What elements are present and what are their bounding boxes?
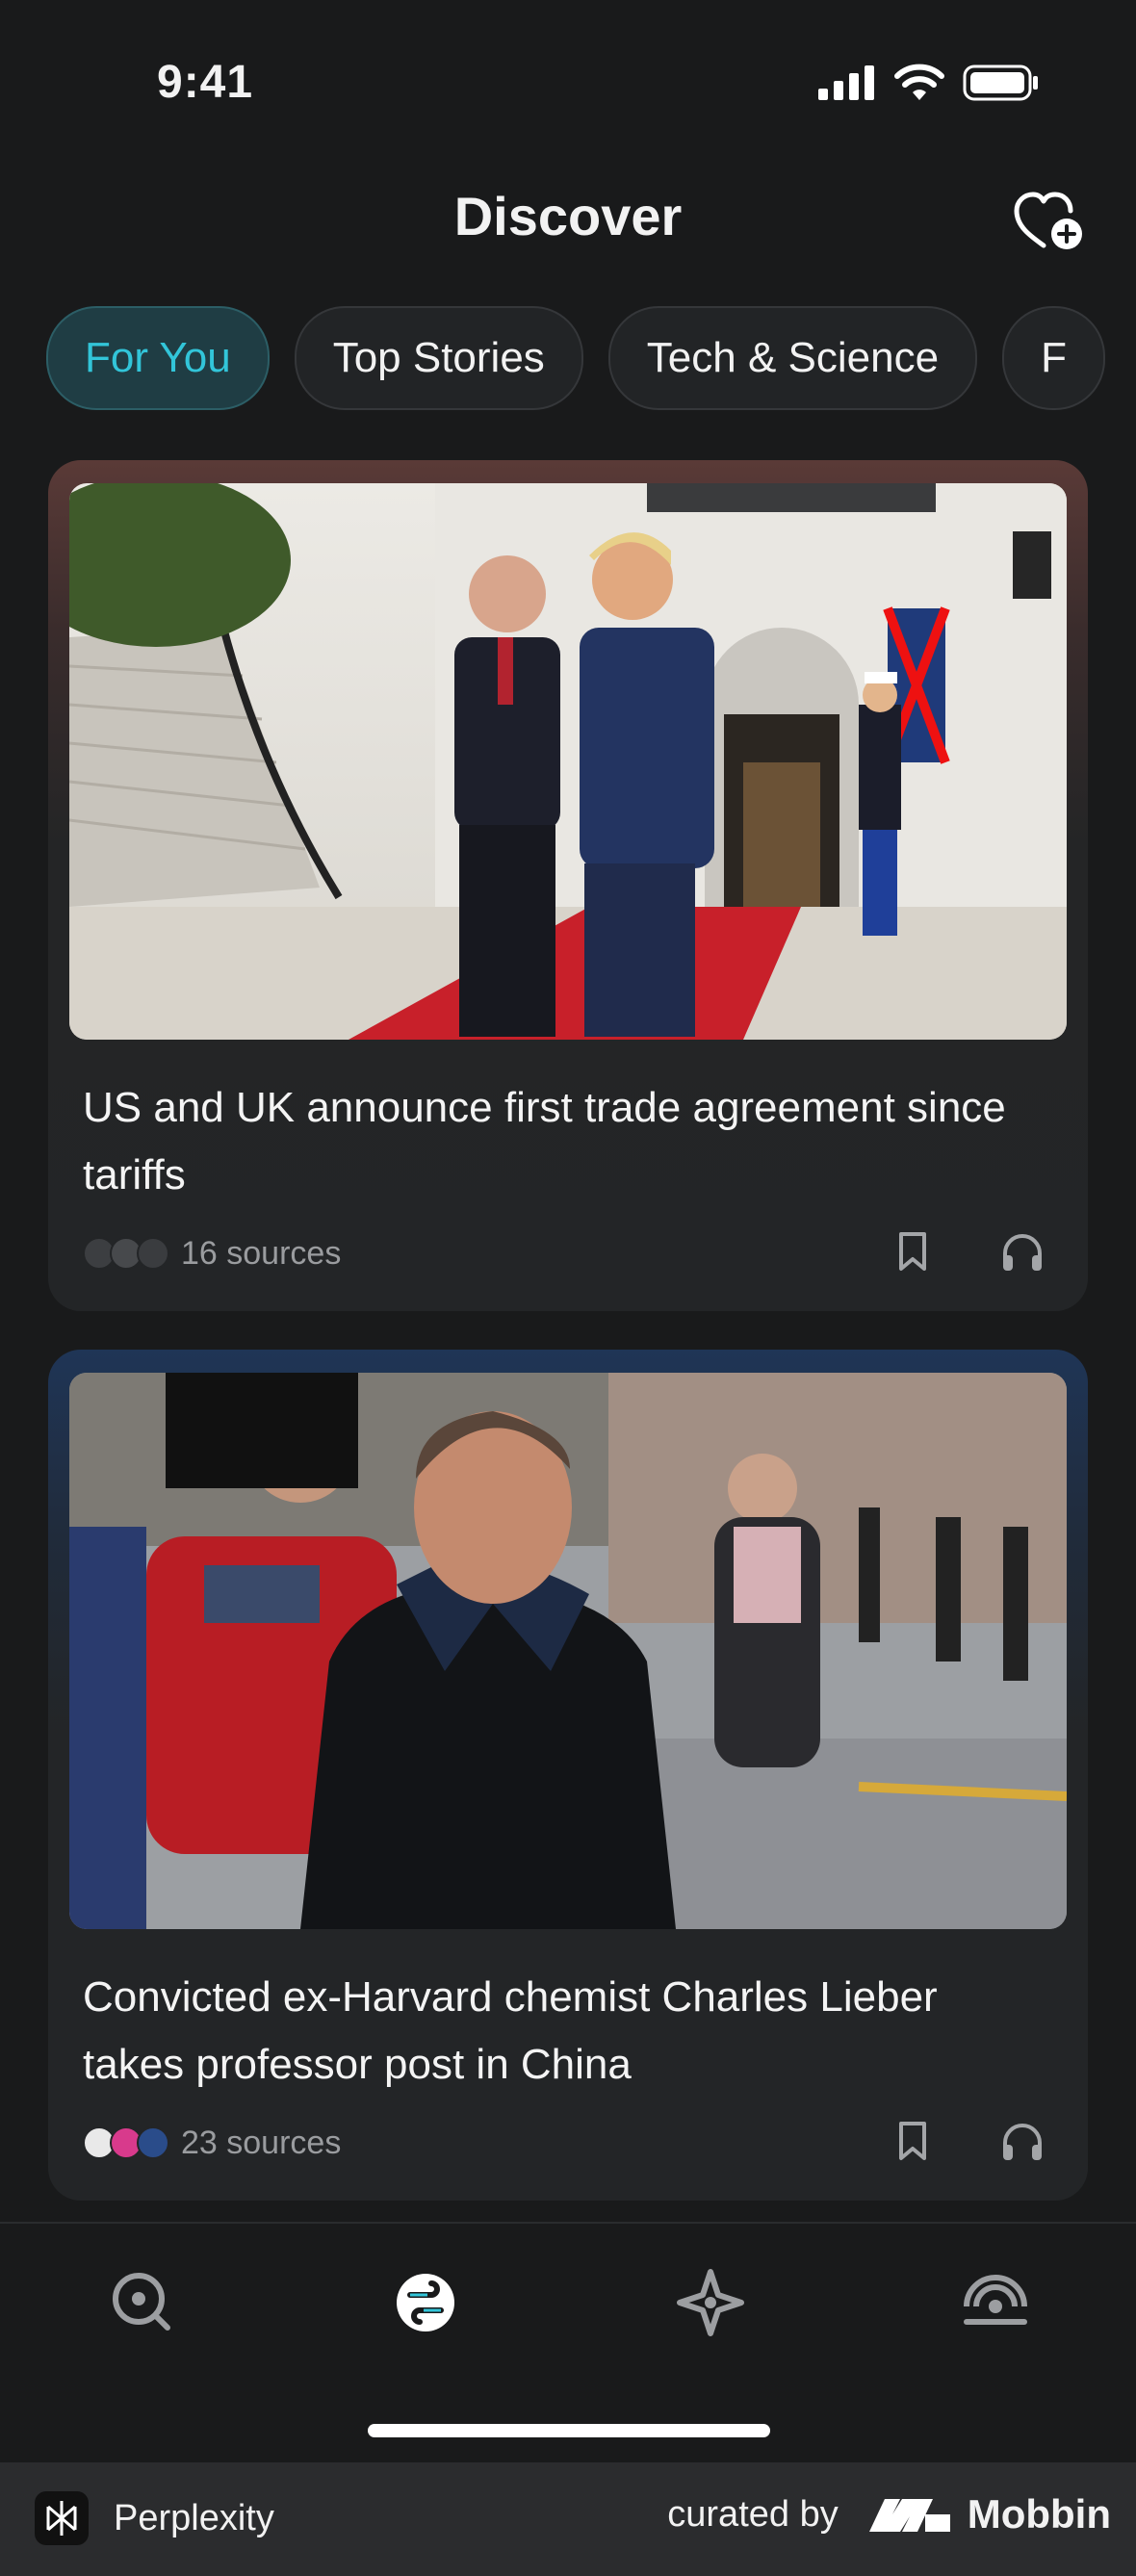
source-logos <box>83 2126 169 2159</box>
curated-label: curated by <box>667 2493 839 2535</box>
search-icon <box>113 2273 170 2331</box>
discover-icon <box>397 2274 454 2331</box>
bookmark-icon[interactable] <box>893 2120 932 2162</box>
app-name: Perplexity <box>114 2497 274 2538</box>
news-image <box>69 483 1067 1040</box>
spaces-icon <box>677 2269 744 2336</box>
signal-icon <box>818 65 874 100</box>
card-actions <box>893 2120 1046 2162</box>
sources-count: 23 sources <box>181 2124 342 2161</box>
news-card[interactable]: Convicted ex-Harvard chemist Charles Lie… <box>48 1350 1088 2201</box>
tab-for-you[interactable]: For You <box>46 306 270 410</box>
sources-count: 16 sources <box>181 1234 342 1272</box>
source-logo-icon <box>137 2126 169 2159</box>
headphones-icon[interactable] <box>999 2120 1046 2162</box>
category-tabs: For You Top Stories Tech & Science F <box>46 306 1136 410</box>
battery-icon <box>963 64 1038 101</box>
nav-search[interactable] <box>104 2264 181 2341</box>
heart-plus-icon <box>1014 192 1082 249</box>
mobbin-logo-icon <box>868 2499 950 2532</box>
source-logo-icon <box>137 1237 169 1270</box>
card-actions <box>893 1230 1046 1273</box>
news-title[interactable]: Convicted ex-Harvard chemist Charles Lie… <box>83 1964 1046 2099</box>
news-title[interactable]: US and UK announce first trade agreement… <box>83 1074 1046 1209</box>
curated-by: curated by Mobbin <box>667 2491 1111 2537</box>
page-title: Discover <box>453 186 683 246</box>
tab-top-stories[interactable]: Top Stories <box>294 306 583 410</box>
nav-spaces[interactable] <box>672 2264 749 2341</box>
tab-tech-science[interactable]: Tech & Science <box>607 306 978 410</box>
news-card[interactable]: US and UK announce first trade agreement… <box>48 460 1088 1311</box>
headphones-icon[interactable] <box>999 1230 1046 1273</box>
perplexity-logo-icon <box>35 2491 89 2545</box>
source-logos <box>83 1237 169 1270</box>
mobbin-brand: Mobbin <box>867 2491 1111 2537</box>
follow-topics-button[interactable] <box>1011 188 1088 255</box>
nav-discover[interactable] <box>387 2264 464 2341</box>
home-indicator <box>368 2424 770 2437</box>
sources-row[interactable]: 16 sources <box>83 1232 341 1275</box>
app-brand: Perplexity <box>35 2491 274 2545</box>
sources-row[interactable]: 23 sources <box>83 2122 341 2164</box>
status-time: 9:41 <box>157 57 254 108</box>
library-icon <box>964 2275 1027 2325</box>
nav-library[interactable] <box>957 2264 1034 2341</box>
status-bar: 9:41 <box>0 0 1136 168</box>
tab-next-partial[interactable]: F <box>1002 306 1105 410</box>
news-image <box>69 1373 1067 1929</box>
curator-name: Mobbin <box>967 2491 1111 2537</box>
status-icons <box>818 64 1040 102</box>
wifi-icon <box>894 64 944 100</box>
attribution-footer: Perplexity curated by Mobbin <box>0 2462 1136 2576</box>
bookmark-icon[interactable] <box>893 1230 932 1273</box>
